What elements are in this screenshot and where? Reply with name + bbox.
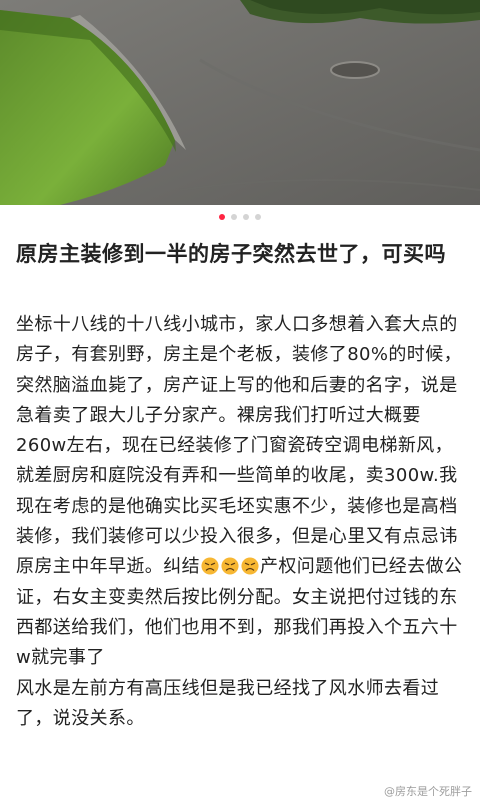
persevere-face-icon [201, 557, 219, 575]
persevere-face-icon [241, 557, 259, 575]
body-paragraph-1: 坐标十八线的十八线小城市，家人口多想着入套大点的房子，有套别野，房主是个老板，装… [16, 310, 468, 674]
emoji-group [200, 556, 260, 577]
post-body: 坐标十八线的十八线小城市，家人口多想着入套大点的房子，有套别野，房主是个老板，装… [16, 310, 468, 734]
carousel-dot[interactable] [243, 214, 249, 220]
carousel-dot[interactable] [231, 214, 237, 220]
body-text-before-emoji: 坐标十八线的十八线小城市，家人口多想着入套大点的房子，有套别野，房主是个老板，装… [16, 314, 463, 578]
carousel-dot[interactable] [219, 214, 225, 220]
body-paragraph-2: 风水是左前方有高压线但是我已经找了风水师去看过了，说没关系。 [16, 677, 440, 729]
carousel-dot[interactable] [255, 214, 261, 220]
watermark: @房东是个死胖子 [384, 785, 472, 798]
carousel-indicator[interactable] [0, 214, 480, 220]
post-title: 原房主装修到一半的房子突然去世了，可买吗 [16, 242, 446, 266]
garden-path-photo [0, 0, 480, 205]
post-image[interactable] [0, 0, 480, 205]
persevere-face-icon [221, 557, 239, 575]
